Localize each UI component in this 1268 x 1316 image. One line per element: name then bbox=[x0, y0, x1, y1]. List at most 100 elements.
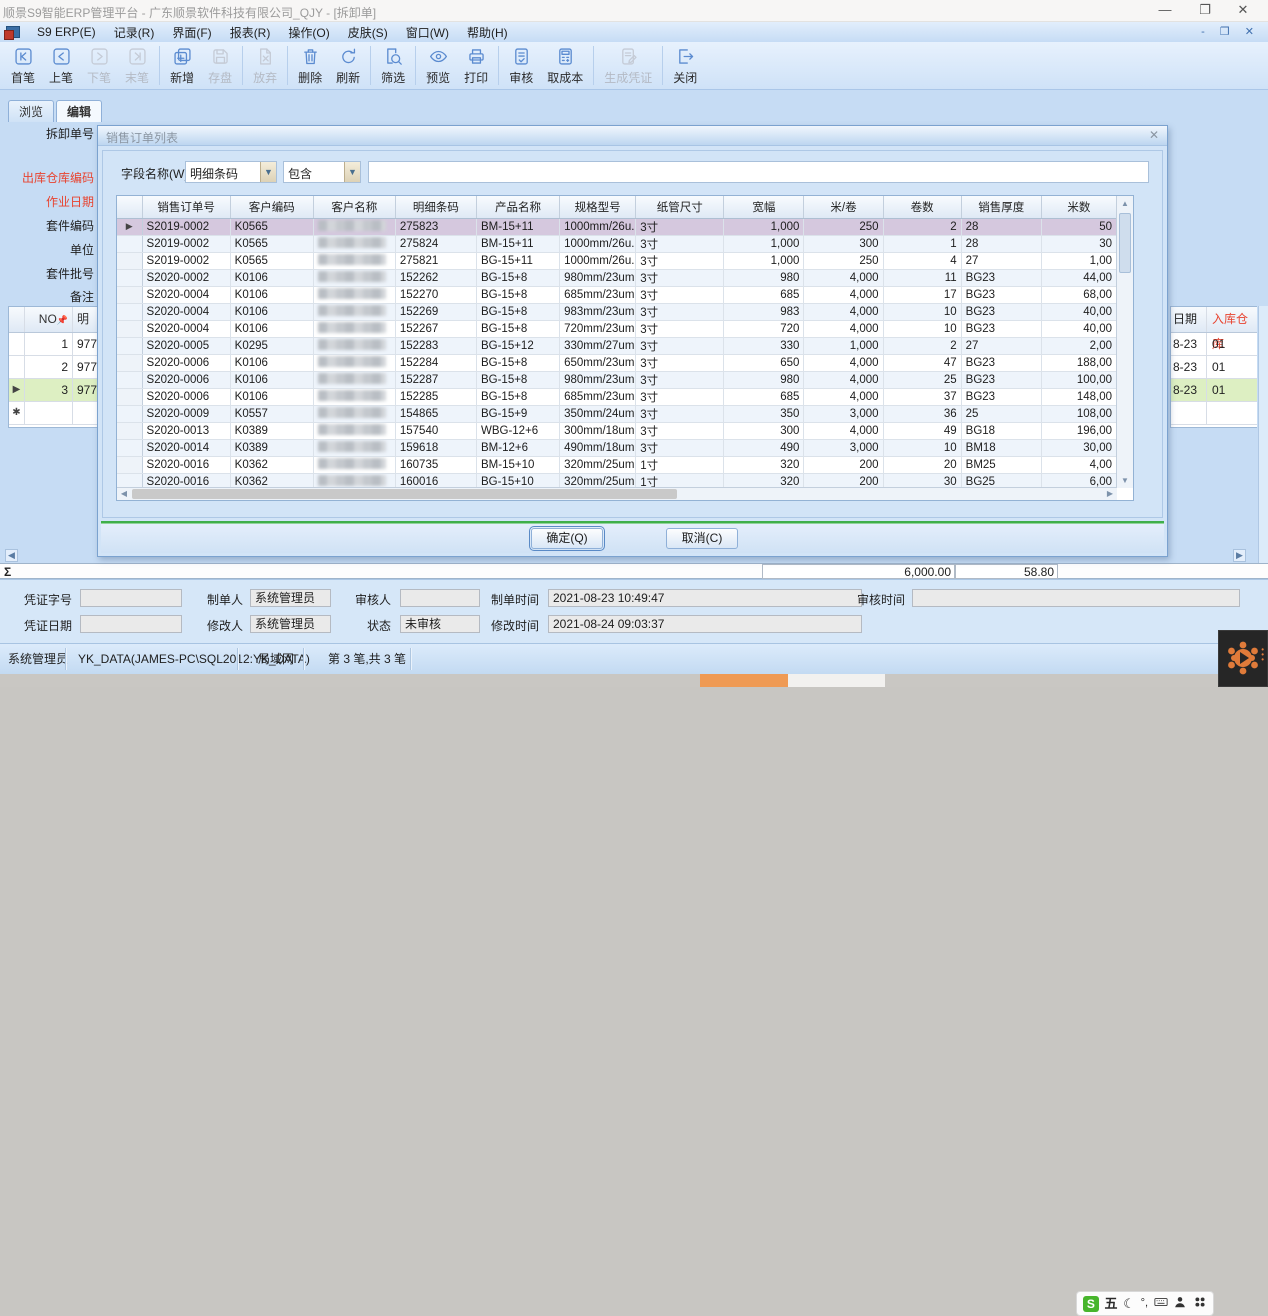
dialog-title-bar[interactable]: 销售订单列表 ✕ bbox=[98, 126, 1167, 146]
首笔-button[interactable]: 首笔 bbox=[4, 42, 42, 89]
bg-row[interactable] bbox=[1171, 402, 1257, 425]
field-label-2: 作业日期 bbox=[0, 193, 94, 210]
bg-row[interactable]: 8-2301 bbox=[1171, 379, 1257, 402]
bg-row[interactable]: ▶397792 bbox=[9, 379, 97, 402]
bg-row[interactable]: 8-2301 bbox=[1171, 356, 1257, 379]
sales-order-row[interactable]: S2020-0006K0106152284BG-15+8650mm/23um..… bbox=[117, 354, 1117, 371]
审核时间-field[interactable] bbox=[912, 589, 1240, 607]
scroll-up-icon[interactable]: ▲ bbox=[1117, 196, 1133, 211]
scroll-down-icon[interactable]: ▼ bbox=[1117, 473, 1133, 488]
sales-order-row[interactable]: S2020-0016K0362160735BM-15+10320mm/25um.… bbox=[117, 456, 1117, 473]
wubi-icon[interactable]: 五 bbox=[1105, 1297, 1118, 1310]
keyboard-icon[interactable] bbox=[1154, 1295, 1168, 1312]
bg-row[interactable]: ✱ bbox=[9, 402, 97, 425]
menu-item-1[interactable]: 界面(F) bbox=[163, 22, 220, 43]
col-3[interactable]: 明细条码 bbox=[395, 196, 476, 218]
bg-row[interactable]: 8-2301 bbox=[1171, 333, 1257, 356]
scroll-right-icon[interactable]: ▶ bbox=[1103, 488, 1117, 500]
sales-order-row[interactable]: S2020-0004K0106152270BG-15+8685mm/23um..… bbox=[117, 286, 1117, 303]
bg-scroll-right-arrow[interactable]: ▶ bbox=[1233, 549, 1246, 562]
sales-order-row[interactable]: S2020-0004K0106152269BG-15+8983mm/23um..… bbox=[117, 303, 1117, 320]
tab-edit[interactable]: 编辑 bbox=[56, 100, 102, 122]
dialog-close-icon[interactable]: ✕ bbox=[1149, 128, 1159, 142]
taskbar-active-app[interactable] bbox=[700, 674, 788, 687]
detail-grid-left-fragment[interactable]: NO📌明197792297792▶397792✱ bbox=[8, 306, 98, 428]
menu-item-0[interactable]: 记录(R) bbox=[105, 22, 164, 43]
sales-order-row[interactable]: ▶S2019-0002K0565275823BM-15+111000mm/26u… bbox=[117, 218, 1117, 235]
col-11[interactable]: 米数 bbox=[1041, 196, 1116, 218]
修改时间-field[interactable]: 2021-08-24 09:03:37 bbox=[548, 615, 862, 633]
field-name-select[interactable]: 明细条码 ▼ bbox=[185, 161, 277, 183]
sales-order-row[interactable]: S2020-0006K0106152287BG-15+8980mm/23um..… bbox=[117, 371, 1117, 388]
取成本-button[interactable]: 取成本 bbox=[540, 42, 590, 89]
sogou-input-icon[interactable]: S bbox=[1083, 1296, 1099, 1312]
sales-order-row[interactable]: S2019-0002K0565275821BG-15+111000mm/26u.… bbox=[117, 252, 1117, 269]
tab-browse[interactable]: 浏览 bbox=[8, 100, 54, 122]
menu-item-2[interactable]: 报表(R) bbox=[221, 22, 280, 43]
operator-select[interactable]: 包含 ▼ bbox=[283, 161, 361, 183]
col-9[interactable]: 卷数 bbox=[883, 196, 961, 218]
bg-row[interactable]: 197792 bbox=[9, 333, 97, 356]
打印-button[interactable]: 打印 bbox=[457, 42, 495, 89]
审核-button[interactable]: 审核 bbox=[502, 42, 540, 89]
col-4[interactable]: 产品名称 bbox=[476, 196, 559, 218]
customer-name-redacted bbox=[313, 218, 395, 235]
minimize-button[interactable]: — bbox=[1150, 2, 1180, 17]
col-2[interactable]: 客户名称 bbox=[313, 196, 395, 218]
menu-s9erp[interactable]: S9 ERP(E) bbox=[28, 23, 105, 41]
desktop-logo-overlay[interactable]: ••• bbox=[1218, 630, 1268, 687]
ok-button[interactable]: 确定(Q) bbox=[531, 528, 603, 549]
chevron-down-icon[interactable]: ▼ bbox=[260, 162, 276, 182]
maximize-button[interactable]: ❐ bbox=[1190, 2, 1220, 18]
col-10[interactable]: 销售厚度 bbox=[961, 196, 1041, 218]
punctuation-icon[interactable]: °, bbox=[1141, 1298, 1148, 1309]
menu-item-3[interactable]: 操作(O) bbox=[279, 22, 338, 43]
v-scroll-thumb[interactable] bbox=[1119, 213, 1131, 273]
discard-icon bbox=[255, 46, 276, 67]
sales-order-row[interactable]: S2020-0006K0106152285BG-15+8685mm/23um..… bbox=[117, 388, 1117, 405]
mdi-window-controls[interactable]: - ❐ ✕ bbox=[1201, 25, 1260, 38]
上笔-button[interactable]: 上笔 bbox=[42, 42, 80, 89]
close-button[interactable]: ✕ bbox=[1228, 2, 1258, 18]
生成凭证-button: 生成凭证 bbox=[597, 42, 659, 89]
title-bar: 顺景S9智能ERP管理平台 - 广东顺景软件科技有限公司_QJY - [拆卸单]… bbox=[0, 0, 1268, 22]
chevron-down-icon[interactable]: ▼ bbox=[344, 162, 360, 182]
sales-order-row[interactable]: S2020-0009K0557154865BG-15+9350mm/24um..… bbox=[117, 405, 1117, 422]
预览-button[interactable]: 预览 bbox=[419, 42, 457, 89]
moon-icon[interactable]: ☾ bbox=[1123, 1297, 1135, 1310]
cancel-button[interactable]: 取消(C) bbox=[666, 528, 738, 549]
sales-order-row[interactable]: S2020-0013K0389157540WBG-12+6300mm/18um.… bbox=[117, 422, 1117, 439]
detail-grid-right-fragment[interactable]: 日期入库仓库8-23018-23018-2301 bbox=[1170, 306, 1257, 428]
grid-icon[interactable] bbox=[1193, 1295, 1207, 1312]
筛选-button[interactable]: 筛选 bbox=[374, 42, 412, 89]
grid-vertical-scrollbar[interactable]: ▲ ▼ bbox=[1116, 196, 1133, 488]
person-icon[interactable] bbox=[1173, 1295, 1187, 1312]
filter-query-input[interactable] bbox=[368, 161, 1149, 183]
sales-order-row[interactable]: S2020-0014K0389159618BM-12+6490mm/18um..… bbox=[117, 439, 1117, 456]
window-title: 顺景S9智能ERP管理平台 - 广东顺景软件科技有限公司_QJY - [拆卸单] bbox=[3, 4, 376, 21]
col-5[interactable]: 规格型号 bbox=[560, 196, 636, 218]
sales-order-row[interactable]: S2020-0004K0106152267BG-15+8720mm/23um..… bbox=[117, 320, 1117, 337]
sales-order-row[interactable]: S2020-0002K0106152262BG-15+8980mm/23um..… bbox=[117, 269, 1117, 286]
col-7[interactable]: 宽幅 bbox=[724, 196, 804, 218]
menu-item-4[interactable]: 皮肤(S) bbox=[339, 22, 397, 43]
scroll-left-icon[interactable]: ◀ bbox=[117, 488, 131, 500]
新增-button[interactable]: 新增 bbox=[163, 42, 201, 89]
menu-item-5[interactable]: 窗口(W) bbox=[397, 22, 458, 43]
col-6[interactable]: 纸管尺寸 bbox=[636, 196, 724, 218]
col-0[interactable]: 销售订单号 bbox=[142, 196, 230, 218]
bg-scroll-left-arrow[interactable]: ◀ bbox=[5, 549, 18, 562]
sales-order-row[interactable]: S2020-0005K0295152283BG-15+12330mm/27um.… bbox=[117, 337, 1117, 354]
col-1[interactable]: 客户编码 bbox=[230, 196, 313, 218]
grid-horizontal-scrollbar[interactable]: ◀ ▶ bbox=[117, 487, 1117, 500]
删除-button[interactable]: 删除 bbox=[291, 42, 329, 89]
taskbar-app[interactable] bbox=[788, 674, 885, 687]
sales-order-row[interactable]: S2019-0002K0565275824BM-15+111000mm/26u.… bbox=[117, 235, 1117, 252]
关闭-button[interactable]: 关闭 bbox=[666, 42, 704, 89]
h-scroll-thumb[interactable] bbox=[132, 489, 677, 499]
bg-row[interactable]: 297792 bbox=[9, 356, 97, 379]
刷新-button[interactable]: 刷新 bbox=[329, 42, 367, 89]
col-8[interactable]: 米/卷 bbox=[804, 196, 883, 218]
sales-order-grid[interactable]: 销售订单号客户编码客户名称明细条码产品名称规格型号纸管尺寸宽幅米/卷卷数销售厚度… bbox=[116, 195, 1134, 501]
menu-item-6[interactable]: 帮助(H) bbox=[458, 22, 517, 43]
